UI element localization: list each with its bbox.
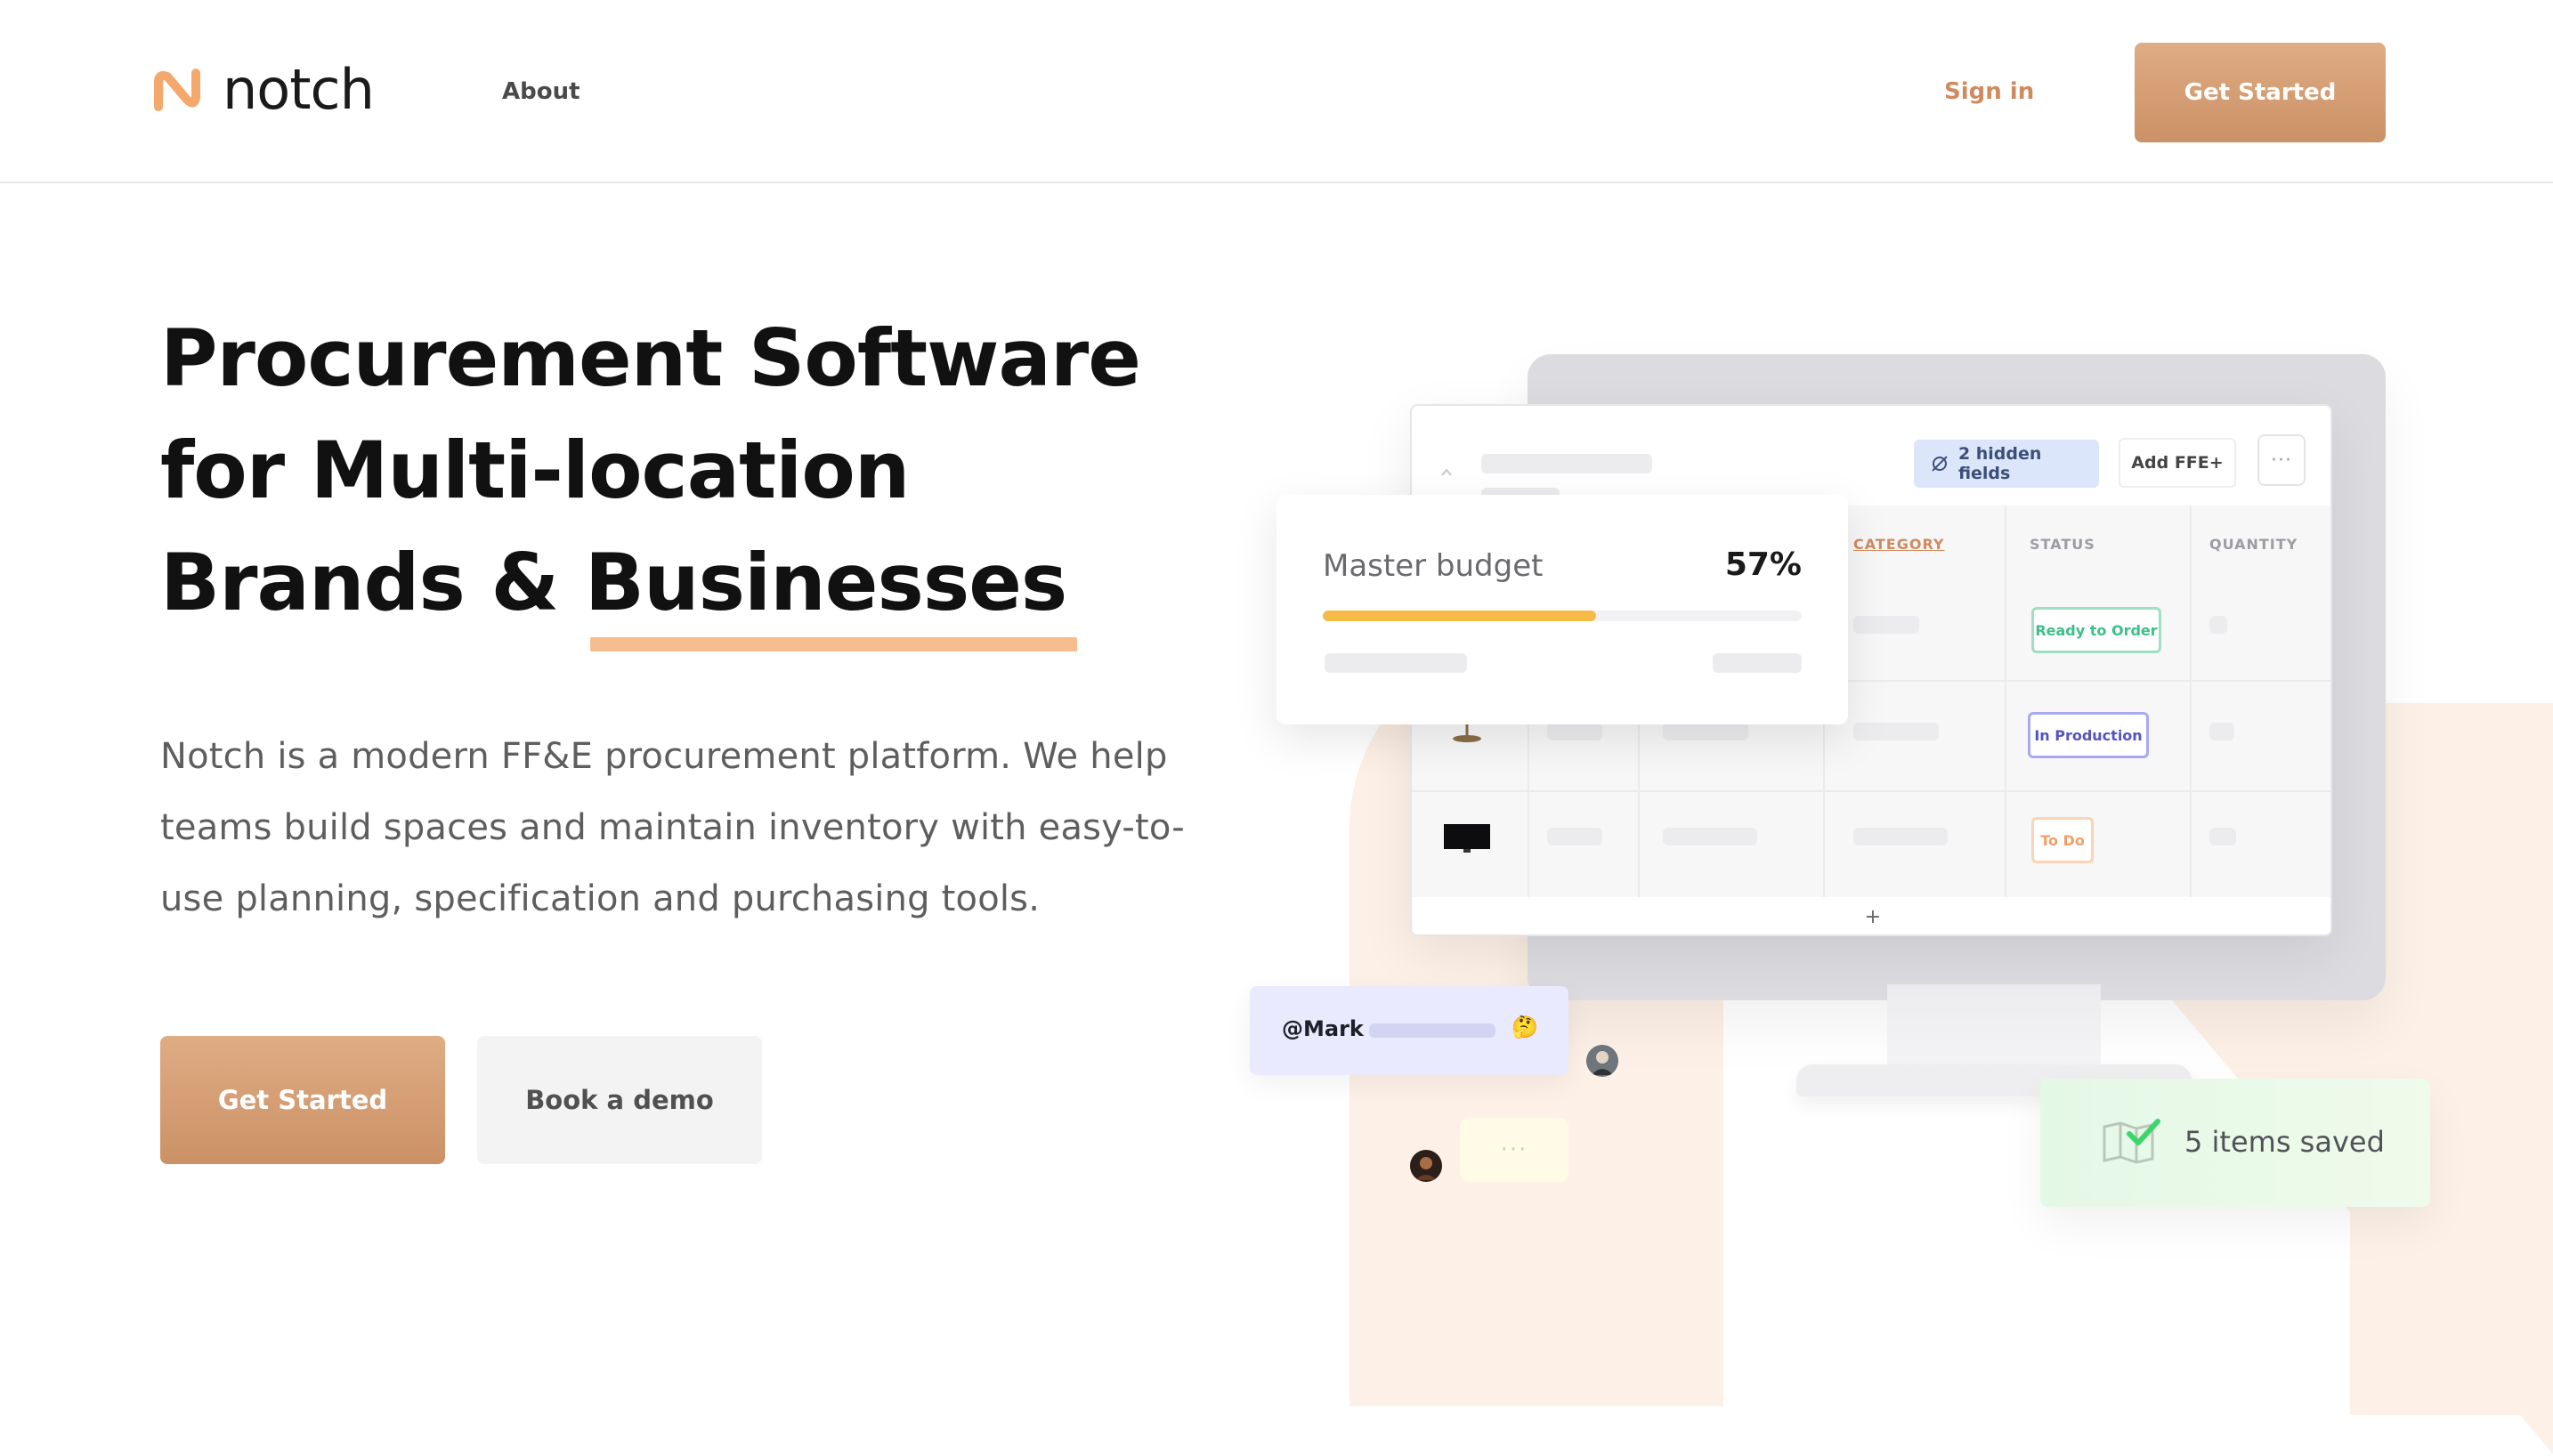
headline-line-1: Procurement Software — [160, 312, 1141, 404]
hero-get-started-button[interactable]: Get Started — [160, 1036, 445, 1164]
budget-percent: 57% — [1724, 546, 1802, 583]
hero-subtext: Notch is a modern FF&E procurement platf… — [160, 721, 1228, 934]
avatar — [1410, 1150, 1442, 1182]
subtext-line-1: Notch is a modern FF&E procurement platf… — [160, 736, 1168, 777]
status-badge-todo[interactable]: To Do — [2031, 817, 2094, 863]
headline-line-3-prefix: Brands & — [160, 537, 585, 628]
cell-skeleton — [1853, 616, 1919, 634]
budget-progress-fill — [1323, 611, 1596, 621]
eye-off-icon — [1932, 456, 1948, 472]
title-skeleton — [1481, 454, 1652, 473]
hidden-fields-label: 2 hidden fields — [1957, 444, 2042, 483]
nav-about-link[interactable]: About — [502, 78, 580, 105]
column-header-status[interactable]: STATUS — [2030, 536, 2095, 553]
cell-skeleton — [2209, 616, 2227, 634]
status-badge-production[interactable]: In Production — [2028, 712, 2149, 758]
cell-skeleton — [1547, 828, 1602, 845]
cell-skeleton — [2209, 828, 2236, 845]
notch-logo-icon — [154, 69, 200, 111]
master-budget-card: Master budget 57% — [1276, 495, 1848, 724]
headline-line-2: for Multi-location — [160, 425, 910, 516]
cell-skeleton — [1663, 723, 1748, 740]
cell-skeleton — [1547, 723, 1602, 740]
tv-thumbnail — [1444, 824, 1490, 853]
ellipsis-icon[interactable]: ··· — [2257, 434, 2306, 486]
comment-skeleton — [1369, 1023, 1495, 1038]
hidden-fields-tag[interactable]: 2 hidden fields — [1914, 440, 2099, 488]
cell-skeleton — [2209, 723, 2234, 740]
collapse-caret-icon — [1441, 468, 1452, 476]
header-get-started-button[interactable]: Get Started — [2135, 43, 2386, 142]
budget-skeleton — [1325, 653, 1467, 673]
avatar — [1586, 1045, 1618, 1077]
items-saved-toast: 5 items saved — [2040, 1079, 2430, 1207]
brand-logo[interactable]: notch — [151, 57, 375, 122]
column-divider — [2190, 506, 2192, 897]
site-header: notch About Sign in Get Started — [0, 0, 2553, 183]
items-saved-label: 5 items saved — [2184, 1125, 2385, 1159]
mention-handle: @Mark — [1282, 1016, 1364, 1041]
headline-highlight: Businesses — [585, 527, 1078, 651]
add-row-button[interactable]: + — [1412, 897, 2330, 934]
typing-indicator: ··· — [1460, 1118, 1568, 1182]
saved-checkmark-icon — [2103, 1119, 2160, 1164]
budget-title: Master budget — [1323, 548, 1544, 584]
subtext-line-2: teams build spaces and maintain inventor… — [160, 807, 1185, 848]
column-header-quantity[interactable]: QUANTITY — [2209, 536, 2298, 553]
cell-skeleton — [1853, 723, 1939, 740]
cell-skeleton — [1853, 828, 1948, 845]
row-divider — [1412, 790, 2330, 792]
thinking-emoji-icon: 🤔 — [1512, 1015, 1538, 1039]
cell-skeleton — [1663, 828, 1757, 845]
status-badge-ready[interactable]: Ready to Order — [2031, 607, 2161, 653]
budget-progress-track — [1323, 611, 1802, 621]
sign-in-link[interactable]: Sign in — [1944, 78, 2034, 105]
mention-comment-card: @Mark 🤔 — [1250, 986, 1568, 1075]
headline-line-3: Brands & Businesses — [160, 527, 1228, 651]
column-header-category[interactable]: CATEGORY — [1853, 536, 1945, 553]
column-divider — [2005, 506, 2006, 897]
add-ffe-button[interactable]: Add FFE+ — [2119, 438, 2236, 488]
brand-name: notch — [223, 57, 375, 122]
book-demo-button[interactable]: Book a demo — [477, 1036, 762, 1164]
hero-headline: Procurement Software for Multi-location … — [160, 303, 1228, 651]
budget-skeleton — [1713, 653, 1802, 673]
subtext-line-3: use planning, specification and purchasi… — [160, 878, 1041, 919]
